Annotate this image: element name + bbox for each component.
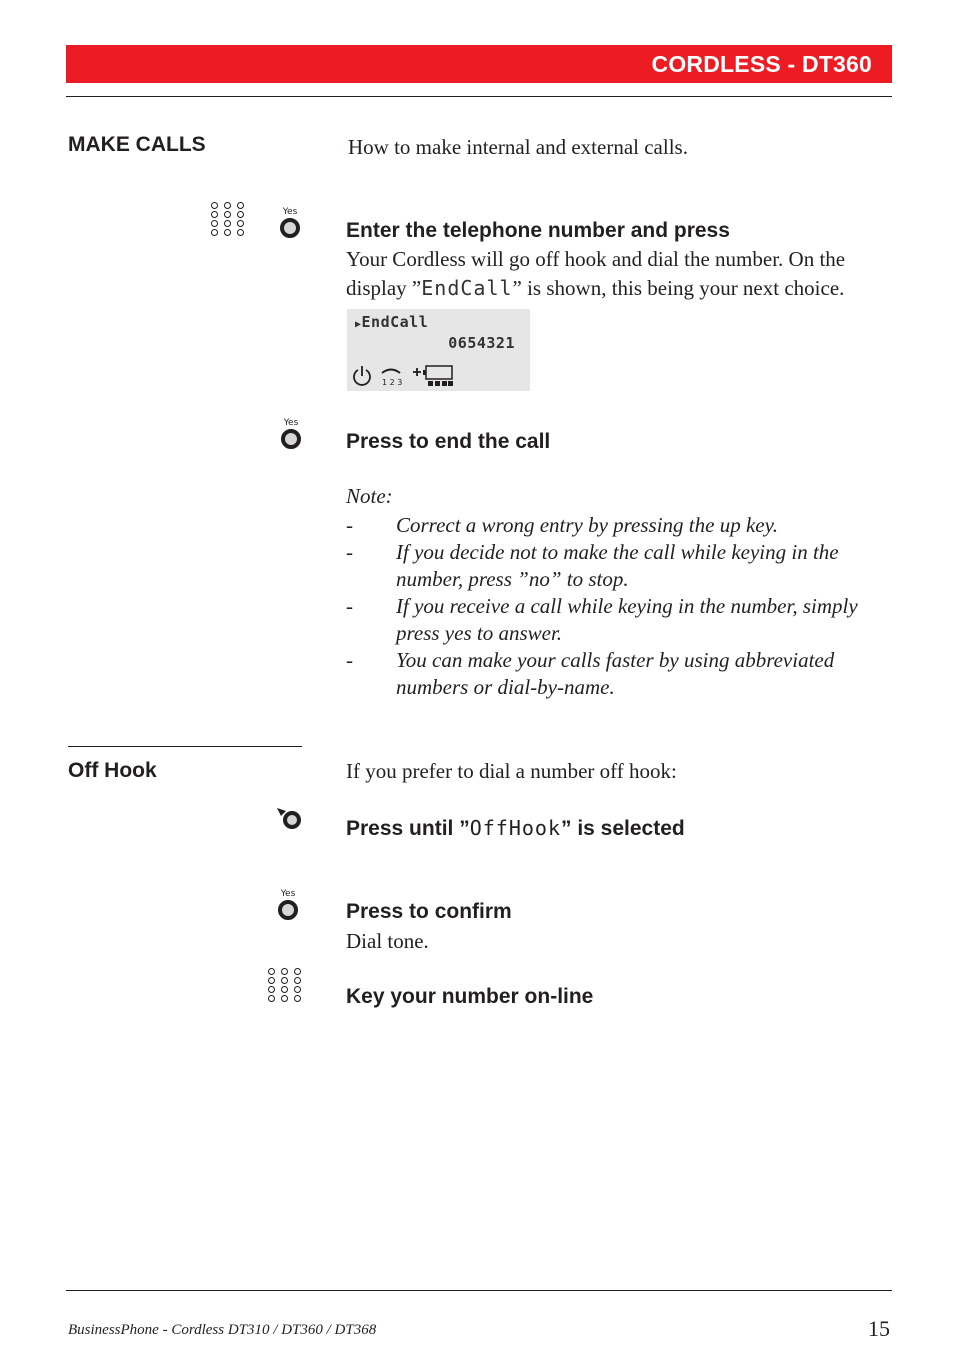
yes-key-icon: Yes [278, 207, 302, 238]
page-number: 15 [868, 1316, 890, 1341]
yes-key-label: Yes [282, 207, 298, 217]
make-calls-intro: How to make internal and external calls. [348, 135, 688, 159]
lcd-inline-offhook: OffHook [469, 816, 561, 840]
step-text-line1: Your Cordless will go off hook and dial … [346, 247, 846, 271]
section-title-make-calls: MAKE CALLS [68, 133, 206, 156]
lcd-line1: ▶EndCall [355, 313, 429, 331]
section-title-off-hook: Off Hook [68, 759, 157, 782]
header-bar: CORDLESS - DT360 [66, 45, 892, 83]
note-item: - You can make your calls faster by usin… [346, 648, 835, 672]
note-list: - Correct a wrong entry by pressing the … [346, 512, 886, 701]
note-item: - If you receive a call while keying in … [346, 594, 858, 618]
header-rule [66, 96, 892, 97]
off-hook-intro: If you prefer to dial a number off hook: [346, 759, 677, 783]
footer-text: BusinessPhone - Cordless DT310 / DT360 /… [68, 1322, 377, 1338]
yes-key-icon: Yes [279, 418, 303, 449]
note-item: - Correct a wrong entry by pressing the … [346, 513, 779, 537]
step-text-line2: display ”EndCall” is shown, this being y… [346, 276, 845, 300]
lcd-display: ▶EndCall 0654321 1 2 3 [347, 309, 530, 391]
step-title-key-number: Key your number on-line [346, 985, 594, 1008]
step-title-end-call: Press to end the call [346, 430, 551, 453]
note-item: - If you decide not to make the call whi… [346, 540, 839, 564]
section-rule [68, 746, 302, 747]
nav-key-icon [277, 808, 301, 829]
step-title-enter-number: Enter the telephone number and press [346, 219, 730, 242]
handset-123-icon: 1 2 3 [381, 368, 402, 387]
header-title: CORDLESS - DT360 [651, 51, 872, 77]
footer-rule [66, 1290, 892, 1291]
yes-key-icon: Yes [276, 889, 300, 920]
keypad-icon [211, 200, 246, 236]
lcd-line2: 0654321 [448, 334, 515, 352]
note-title: Note: [346, 484, 393, 508]
keypad-icon [268, 966, 303, 1002]
step-text-dial-tone: Dial tone. [346, 929, 429, 953]
svg-text:1 2 3: 1 2 3 [382, 378, 402, 387]
power-icon [353, 366, 371, 386]
step-title-press-until: Press until ”OffHook” is selected [346, 816, 685, 840]
battery-icon [413, 365, 453, 386]
step-title-confirm: Press to confirm [346, 900, 512, 923]
lcd-inline-endcall: EndCall [421, 276, 513, 300]
